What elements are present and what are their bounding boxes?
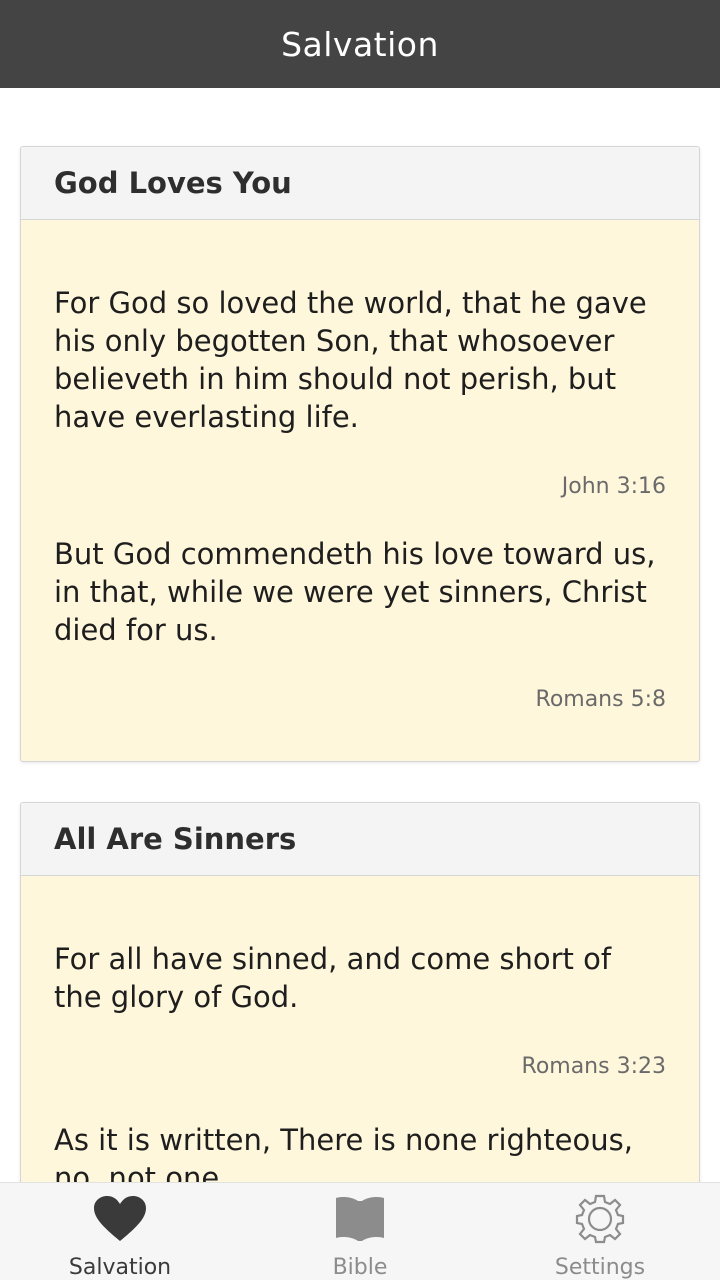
- tab-bible[interactable]: Bible: [240, 1183, 480, 1280]
- section-header: All Are Sinners: [21, 803, 699, 876]
- section-title: God Loves You: [54, 166, 292, 200]
- verse-reference: Romans 5:8: [535, 687, 666, 712]
- verse-text: For all have sinned, and come short of t…: [54, 942, 612, 1014]
- book-icon: [332, 1191, 388, 1247]
- section-title: All Are Sinners: [54, 822, 297, 856]
- section-body: For all have sinned, and come short of t…: [21, 876, 699, 1182]
- tab-settings[interactable]: Settings: [480, 1183, 720, 1280]
- gear-icon: [572, 1191, 628, 1247]
- verse-text: As it is written, There is none righteou…: [54, 1123, 633, 1182]
- scroll-content[interactable]: God Loves You For God so loved the world…: [0, 88, 720, 1182]
- section-header: God Loves You: [21, 147, 699, 220]
- section-card-god-loves-you: God Loves You For God so loved the world…: [20, 146, 700, 762]
- verse-reference: John 3:16: [561, 474, 666, 499]
- top-app-bar: Salvation: [0, 0, 720, 88]
- verse-text: But God commendeth his love toward us, i…: [54, 537, 656, 647]
- section-card-all-are-sinners: All Are Sinners For all have sinned, and…: [20, 802, 700, 1182]
- tab-label: Settings: [554, 1255, 646, 1280]
- app-screen: Salvation God Loves You For God so loved…: [0, 0, 720, 1280]
- heart-icon: [92, 1191, 148, 1247]
- section-body: For God so loved the world, that he gave…: [21, 220, 699, 712]
- bottom-tab-bar: Salvation Bible Settings: [0, 1182, 720, 1280]
- tab-label: Salvation: [68, 1255, 172, 1280]
- tab-label: Bible: [332, 1255, 388, 1280]
- verse-text: For God so loved the world, that he gave…: [54, 286, 647, 434]
- page-title: Salvation: [281, 24, 439, 64]
- tab-salvation[interactable]: Salvation: [0, 1183, 240, 1280]
- verse-reference: Romans 3:23: [521, 1054, 666, 1079]
